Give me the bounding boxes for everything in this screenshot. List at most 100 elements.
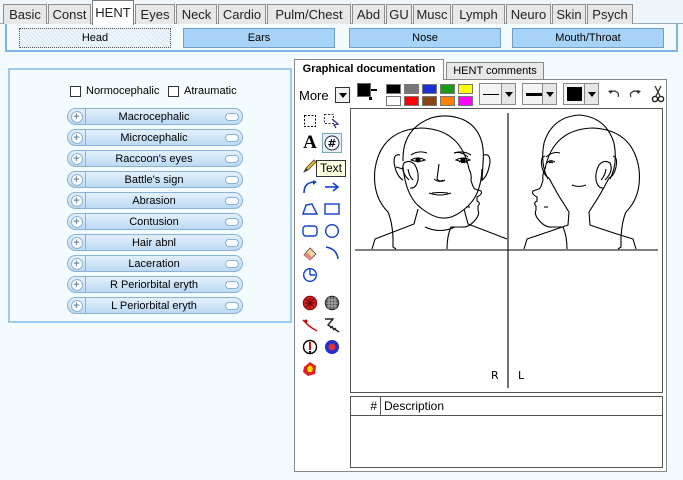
tab-hent[interactable]: HENT <box>92 0 134 25</box>
finding-row[interactable]: + L Periorbital eryth <box>67 297 243 314</box>
finding-row[interactable]: + Microcephalic <box>67 129 243 146</box>
dropdown-arrow-icon[interactable] <box>542 84 556 104</box>
remove-finding-minus-icon[interactable] <box>222 151 242 166</box>
remove-finding-minus-icon[interactable] <box>222 109 242 124</box>
add-finding-plus-icon[interactable]: + <box>68 109 86 124</box>
add-finding-plus-icon[interactable]: + <box>68 256 86 271</box>
add-finding-plus-icon[interactable]: + <box>68 277 86 292</box>
ellipse-tool-icon[interactable] <box>322 221 342 241</box>
arrow-tool-icon[interactable] <box>322 177 342 197</box>
subtab-ears[interactable]: Ears <box>183 28 335 48</box>
add-finding-plus-icon[interactable]: + <box>68 172 86 187</box>
polygon-tool-icon[interactable] <box>300 199 320 219</box>
line-style-dropdown[interactable] <box>479 83 516 105</box>
line-width-dropdown[interactable] <box>522 83 557 105</box>
remove-finding-minus-icon[interactable] <box>222 172 242 187</box>
tab-neck[interactable]: Neck <box>176 4 217 24</box>
remove-finding-minus-icon[interactable] <box>222 235 242 250</box>
tab-const[interactable]: Const <box>48 4 91 24</box>
add-finding-plus-icon[interactable]: + <box>68 193 86 208</box>
svg-text:#: # <box>327 137 336 150</box>
more-label: More <box>299 88 329 103</box>
palette-color-swatch[interactable] <box>440 96 455 106</box>
number-tool-icon[interactable]: # <box>322 133 342 153</box>
remove-finding-minus-icon[interactable] <box>222 130 242 145</box>
finding-row[interactable]: + R Periorbital eryth <box>67 276 243 293</box>
tab-musc[interactable]: Musc <box>413 4 451 24</box>
head-diagram-canvas[interactable]: R L <box>350 108 663 393</box>
tab-pulm-chest[interactable]: Pulm/Chest <box>267 4 351 24</box>
palette-color-swatch[interactable] <box>386 96 401 106</box>
tab-neuro[interactable]: Neuro <box>506 4 551 24</box>
remove-finding-minus-icon[interactable] <box>222 256 242 271</box>
redo-icon[interactable] <box>625 84 645 104</box>
checkbox-label: Atraumatic <box>184 85 237 97</box>
current-color-swatch[interactable] <box>357 83 371 97</box>
finding-row[interactable]: + Battle's sign <box>67 171 243 188</box>
add-finding-plus-icon[interactable]: + <box>68 298 86 313</box>
tab-lymph[interactable]: Lymph <box>452 4 505 24</box>
palette-color-swatch[interactable] <box>458 84 473 94</box>
tab-psych[interactable]: Psych <box>587 4 633 24</box>
dropdown-arrow-icon[interactable] <box>584 84 598 104</box>
checkbox-box[interactable] <box>70 85 81 97</box>
finding-row[interactable]: + Hair abnl <box>67 234 243 251</box>
current-color-line <box>371 89 377 91</box>
add-finding-plus-icon[interactable]: + <box>68 151 86 166</box>
pie-tool-icon[interactable] <box>300 265 320 285</box>
remove-finding-minus-icon[interactable] <box>222 298 242 313</box>
tab-skin[interactable]: Skin <box>552 4 586 24</box>
tab-abd[interactable]: Abd <box>352 4 385 24</box>
subtab-head[interactable]: Head <box>19 28 171 48</box>
select-lasso-icon[interactable] <box>322 111 342 131</box>
info-stamp-icon[interactable] <box>300 337 320 357</box>
text-tool-icon[interactable]: A <box>300 133 320 153</box>
finding-row[interactable]: + Contusion <box>67 213 243 230</box>
add-finding-plus-icon[interactable]: + <box>68 130 86 145</box>
rectangle-tool-icon[interactable] <box>322 199 342 219</box>
eraser-icon[interactable] <box>300 243 320 263</box>
checkbox-box[interactable] <box>168 85 179 97</box>
more-dropdown-button[interactable] <box>335 87 350 103</box>
finding-row[interactable]: + Laceration <box>67 255 243 272</box>
finding-row[interactable]: + Raccoon's eyes <box>67 150 243 167</box>
add-finding-plus-icon[interactable]: + <box>68 214 86 229</box>
dropdown-arrow-icon[interactable] <box>501 84 515 104</box>
tab-basic[interactable]: Basic <box>3 4 47 24</box>
remove-finding-minus-icon[interactable] <box>222 193 242 208</box>
remove-finding-minus-icon[interactable] <box>222 277 242 292</box>
curve-tool-icon[interactable] <box>322 243 342 263</box>
rounded-rectangle-tool-icon[interactable] <box>300 221 320 241</box>
tab-cardio[interactable]: Cardio <box>218 4 266 24</box>
subtab-mouth-throat[interactable]: Mouth/Throat <box>512 28 664 48</box>
subtab-nose[interactable]: Nose <box>349 28 501 48</box>
hatch-stamp-icon[interactable] <box>322 293 342 313</box>
undo-icon[interactable] <box>604 84 624 104</box>
tab-graphical-documentation[interactable]: Graphical documentation <box>294 59 444 80</box>
bruise-stamp-icon[interactable] <box>322 337 342 357</box>
tab-gu[interactable]: GU <box>386 4 412 24</box>
atraumatic-checkbox[interactable]: Atraumatic <box>168 85 237 97</box>
palette-color-swatch[interactable] <box>458 96 473 106</box>
add-finding-plus-icon[interactable]: + <box>68 235 86 250</box>
suture-stamp-icon[interactable] <box>322 315 342 335</box>
laceration-stamp-icon[interactable] <box>300 315 320 335</box>
normocephalic-checkbox[interactable]: Normocephalic <box>70 85 159 97</box>
finding-row[interactable]: + Macrocephalic <box>67 108 243 125</box>
arc-tool-icon[interactable] <box>300 177 320 197</box>
fill-color-dropdown[interactable] <box>563 83 599 105</box>
palette-color-swatch[interactable] <box>386 84 401 94</box>
palette-color-swatch[interactable] <box>422 84 437 94</box>
cross-stamp-icon[interactable] <box>300 293 320 313</box>
finding-row[interactable]: + Abrasion <box>67 192 243 209</box>
remove-finding-minus-icon[interactable] <box>222 214 242 229</box>
palette-color-swatch[interactable] <box>404 84 419 94</box>
tab-eyes[interactable]: Eyes <box>135 4 175 24</box>
scissors-icon[interactable] <box>648 84 668 104</box>
palette-color-swatch[interactable] <box>440 84 455 94</box>
palette-color-swatch[interactable] <box>422 96 437 106</box>
select-rectangle-icon[interactable] <box>300 111 320 131</box>
palette-color-swatch[interactable] <box>404 96 419 106</box>
burn-stamp-icon[interactable] <box>300 359 320 379</box>
tab-hent-comments[interactable]: HENT comments <box>446 62 544 80</box>
